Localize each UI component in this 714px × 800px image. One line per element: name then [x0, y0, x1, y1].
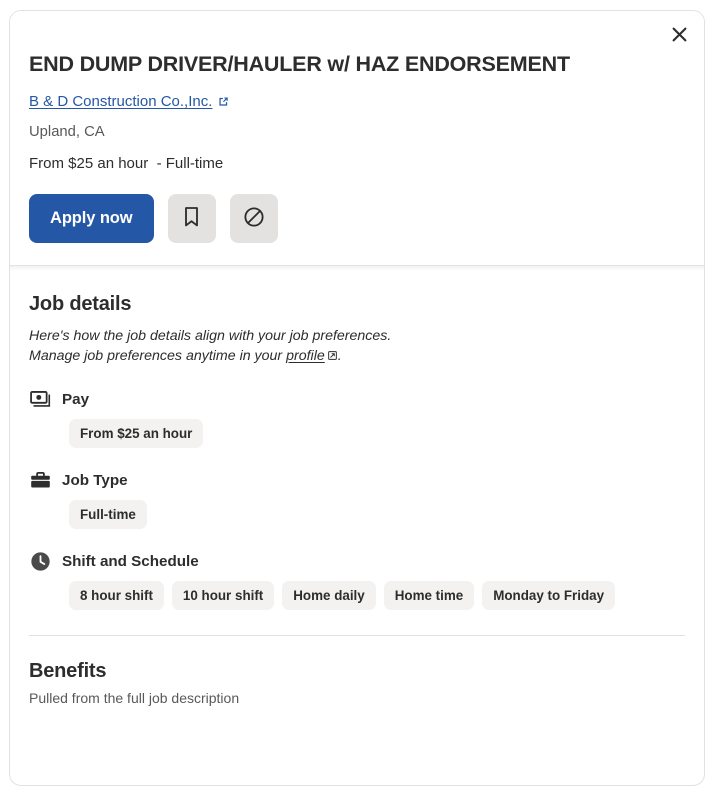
job-details-intro-prefix: Manage job preferences anytime in your — [29, 348, 287, 365]
save-job-button[interactable] — [167, 193, 216, 243]
not-interested-button[interactable] — [229, 193, 278, 243]
detail-group-shift-and-schedule: Shift and Schedule 8 hour shift 10 hour … — [29, 551, 684, 610]
apply-now-button[interactable]: Apply now — [29, 193, 154, 243]
detail-chip-list: 8 hour shift 10 hour shift Home daily Ho… — [69, 580, 684, 610]
detail-head: Job Type — [29, 470, 684, 492]
benefits-section: Benefits Pulled from the full job descri… — [10, 636, 704, 706]
detail-head: Pay — [29, 389, 684, 411]
clock-icon — [29, 551, 51, 573]
job-details-intro: Here's how the job details align with yo… — [29, 326, 684, 367]
detail-label: Shift and Schedule — [62, 553, 199, 571]
job-detail-card: END DUMP DRIVER/HAULER w/ HAZ ENDORSEMEN… — [9, 10, 705, 786]
detail-label: Job Type — [62, 472, 128, 490]
detail-chip: Monday to Friday — [482, 580, 616, 610]
close-icon-button[interactable] — [662, 17, 696, 51]
benefits-title: Benefits — [29, 659, 107, 682]
detail-chip-list: Full-time — [69, 499, 684, 529]
job-detail-viewport: END DUMP DRIVER/HAULER w/ HAZ ENDORSEMEN… — [0, 0, 714, 800]
company-line: B & D Construction Co.,Inc. — [29, 93, 684, 110]
detail-chip: Full-time — [69, 499, 147, 529]
close-icon — [672, 27, 687, 42]
job-details-section: Job details Here's how the job details a… — [10, 271, 704, 610]
benefits-subtitle: Pulled from the full job description — [29, 689, 240, 706]
profile-link[interactable]: profile — [286, 348, 325, 364]
detail-chip: 10 hour shift — [171, 580, 275, 610]
block-icon — [243, 206, 265, 231]
job-location: Upland, CA — [29, 123, 105, 140]
detail-label: Pay — [62, 391, 90, 409]
job-details-intro-line1: Here's how the job details align with yo… — [29, 327, 392, 344]
detail-group-pay: Pay From $25 an hour — [29, 389, 684, 448]
job-details-title: Job details — [29, 292, 132, 315]
detail-chip: Home time — [383, 580, 475, 610]
detail-chip: 8 hour shift — [69, 580, 164, 610]
detail-chip: Home daily — [282, 580, 376, 610]
bookmark-icon — [182, 206, 201, 231]
detail-group-job-type: Job Type Full-time — [29, 470, 684, 529]
job-header: END DUMP DRIVER/HAULER w/ HAZ ENDORSEMEN… — [10, 11, 704, 265]
job-details-intro-line2: Manage job preferences anytime in your p… — [29, 346, 684, 367]
company-link[interactable]: B & D Construction Co.,Inc. — [29, 93, 212, 110]
detail-head: Shift and Schedule — [29, 551, 684, 573]
job-title: END DUMP DRIVER/HAULER w/ HAZ ENDORSEMEN… — [29, 52, 570, 76]
job-action-row: Apply now — [29, 193, 684, 243]
job-details-intro-suffix: . — [337, 348, 342, 365]
external-link-icon[interactable] — [327, 350, 338, 361]
detail-chip: From $25 an hour — [69, 418, 204, 448]
external-link-icon[interactable] — [217, 95, 230, 108]
money-icon — [29, 389, 51, 411]
detail-chip-list: From $25 an hour — [69, 418, 684, 448]
job-salary-summary: From $25 an hour - Full-time — [29, 154, 224, 172]
briefcase-icon — [29, 470, 51, 492]
